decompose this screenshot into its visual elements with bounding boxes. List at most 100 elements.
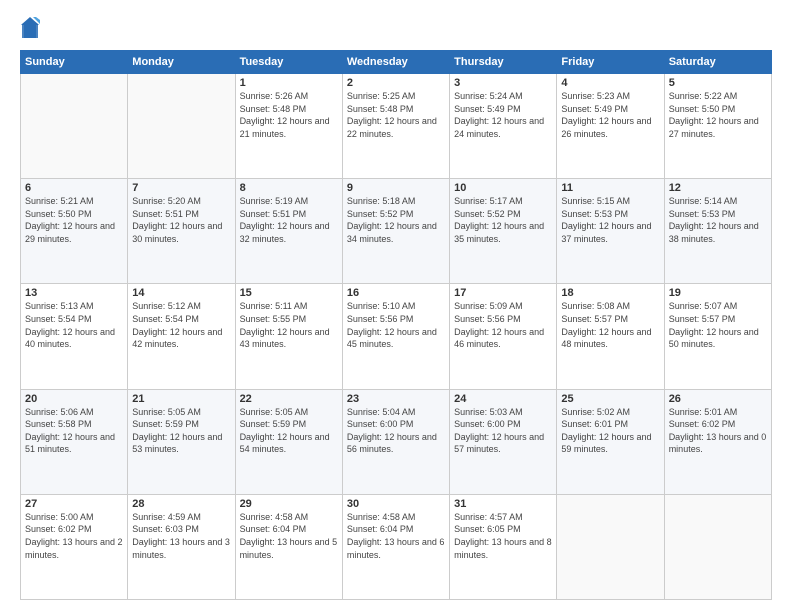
day-info: Sunrise: 5:18 AMSunset: 5:52 PMDaylight:… (347, 195, 445, 245)
header (20, 16, 772, 40)
week-row-1: 1Sunrise: 5:26 AMSunset: 5:48 PMDaylight… (21, 74, 772, 179)
day-cell: 21Sunrise: 5:05 AMSunset: 5:59 PMDayligh… (128, 389, 235, 494)
day-number: 22 (240, 393, 338, 405)
day-cell: 18Sunrise: 5:08 AMSunset: 5:57 PMDayligh… (557, 284, 664, 389)
day-info: Sunrise: 5:12 AMSunset: 5:54 PMDaylight:… (132, 300, 230, 350)
day-cell: 31Sunrise: 4:57 AMSunset: 6:05 PMDayligh… (450, 494, 557, 599)
day-number: 27 (25, 498, 123, 510)
day-number: 13 (25, 287, 123, 299)
week-row-3: 13Sunrise: 5:13 AMSunset: 5:54 PMDayligh… (21, 284, 772, 389)
day-info: Sunrise: 5:09 AMSunset: 5:56 PMDaylight:… (454, 300, 552, 350)
day-number: 6 (25, 182, 123, 194)
day-info: Sunrise: 5:14 AMSunset: 5:53 PMDaylight:… (669, 195, 767, 245)
day-cell (664, 494, 771, 599)
day-number: 8 (240, 182, 338, 194)
day-cell: 3Sunrise: 5:24 AMSunset: 5:49 PMDaylight… (450, 74, 557, 179)
day-cell: 6Sunrise: 5:21 AMSunset: 5:50 PMDaylight… (21, 179, 128, 284)
week-row-2: 6Sunrise: 5:21 AMSunset: 5:50 PMDaylight… (21, 179, 772, 284)
day-number: 2 (347, 77, 445, 89)
col-thursday: Thursday (450, 51, 557, 74)
day-info: Sunrise: 5:24 AMSunset: 5:49 PMDaylight:… (454, 90, 552, 140)
day-number: 24 (454, 393, 552, 405)
day-cell: 27Sunrise: 5:00 AMSunset: 6:02 PMDayligh… (21, 494, 128, 599)
col-monday: Monday (128, 51, 235, 74)
day-cell (128, 74, 235, 179)
day-info: Sunrise: 5:13 AMSunset: 5:54 PMDaylight:… (25, 300, 123, 350)
day-info: Sunrise: 4:58 AMSunset: 6:04 PMDaylight:… (347, 511, 445, 561)
day-cell (557, 494, 664, 599)
day-number: 4 (561, 77, 659, 89)
day-cell: 23Sunrise: 5:04 AMSunset: 6:00 PMDayligh… (342, 389, 449, 494)
day-number: 30 (347, 498, 445, 510)
day-info: Sunrise: 5:01 AMSunset: 6:02 PMDaylight:… (669, 406, 767, 456)
day-cell: 14Sunrise: 5:12 AMSunset: 5:54 PMDayligh… (128, 284, 235, 389)
day-info: Sunrise: 5:26 AMSunset: 5:48 PMDaylight:… (240, 90, 338, 140)
day-cell: 25Sunrise: 5:02 AMSunset: 6:01 PMDayligh… (557, 389, 664, 494)
day-cell: 5Sunrise: 5:22 AMSunset: 5:50 PMDaylight… (664, 74, 771, 179)
day-info: Sunrise: 4:58 AMSunset: 6:04 PMDaylight:… (240, 511, 338, 561)
day-info: Sunrise: 4:59 AMSunset: 6:03 PMDaylight:… (132, 511, 230, 561)
day-info: Sunrise: 4:57 AMSunset: 6:05 PMDaylight:… (454, 511, 552, 561)
day-number: 26 (669, 393, 767, 405)
day-info: Sunrise: 5:10 AMSunset: 5:56 PMDaylight:… (347, 300, 445, 350)
day-info: Sunrise: 5:15 AMSunset: 5:53 PMDaylight:… (561, 195, 659, 245)
day-cell: 9Sunrise: 5:18 AMSunset: 5:52 PMDaylight… (342, 179, 449, 284)
calendar-header: Sunday Monday Tuesday Wednesday Thursday… (21, 51, 772, 74)
day-number: 16 (347, 287, 445, 299)
day-number: 5 (669, 77, 767, 89)
logo (20, 16, 42, 40)
day-info: Sunrise: 5:17 AMSunset: 5:52 PMDaylight:… (454, 195, 552, 245)
day-number: 19 (669, 287, 767, 299)
day-cell: 8Sunrise: 5:19 AMSunset: 5:51 PMDaylight… (235, 179, 342, 284)
day-cell: 7Sunrise: 5:20 AMSunset: 5:51 PMDaylight… (128, 179, 235, 284)
day-info: Sunrise: 5:05 AMSunset: 5:59 PMDaylight:… (240, 406, 338, 456)
page: Sunday Monday Tuesday Wednesday Thursday… (0, 0, 792, 612)
day-number: 21 (132, 393, 230, 405)
day-number: 10 (454, 182, 552, 194)
day-info: Sunrise: 5:20 AMSunset: 5:51 PMDaylight:… (132, 195, 230, 245)
day-info: Sunrise: 5:02 AMSunset: 6:01 PMDaylight:… (561, 406, 659, 456)
day-number: 9 (347, 182, 445, 194)
day-info: Sunrise: 5:11 AMSunset: 5:55 PMDaylight:… (240, 300, 338, 350)
day-cell: 30Sunrise: 4:58 AMSunset: 6:04 PMDayligh… (342, 494, 449, 599)
day-number: 3 (454, 77, 552, 89)
calendar-body: 1Sunrise: 5:26 AMSunset: 5:48 PMDaylight… (21, 74, 772, 600)
day-cell: 10Sunrise: 5:17 AMSunset: 5:52 PMDayligh… (450, 179, 557, 284)
day-info: Sunrise: 5:00 AMSunset: 6:02 PMDaylight:… (25, 511, 123, 561)
day-cell: 19Sunrise: 5:07 AMSunset: 5:57 PMDayligh… (664, 284, 771, 389)
day-number: 11 (561, 182, 659, 194)
day-number: 7 (132, 182, 230, 194)
day-info: Sunrise: 5:23 AMSunset: 5:49 PMDaylight:… (561, 90, 659, 140)
col-wednesday: Wednesday (342, 51, 449, 74)
col-tuesday: Tuesday (235, 51, 342, 74)
day-cell: 22Sunrise: 5:05 AMSunset: 5:59 PMDayligh… (235, 389, 342, 494)
day-number: 20 (25, 393, 123, 405)
day-number: 23 (347, 393, 445, 405)
day-cell: 17Sunrise: 5:09 AMSunset: 5:56 PMDayligh… (450, 284, 557, 389)
day-info: Sunrise: 5:03 AMSunset: 6:00 PMDaylight:… (454, 406, 552, 456)
week-row-4: 20Sunrise: 5:06 AMSunset: 5:58 PMDayligh… (21, 389, 772, 494)
col-sunday: Sunday (21, 51, 128, 74)
day-info: Sunrise: 5:22 AMSunset: 5:50 PMDaylight:… (669, 90, 767, 140)
calendar-table: Sunday Monday Tuesday Wednesday Thursday… (20, 50, 772, 600)
day-cell: 2Sunrise: 5:25 AMSunset: 5:48 PMDaylight… (342, 74, 449, 179)
day-cell: 16Sunrise: 5:10 AMSunset: 5:56 PMDayligh… (342, 284, 449, 389)
week-row-5: 27Sunrise: 5:00 AMSunset: 6:02 PMDayligh… (21, 494, 772, 599)
day-cell: 20Sunrise: 5:06 AMSunset: 5:58 PMDayligh… (21, 389, 128, 494)
col-saturday: Saturday (664, 51, 771, 74)
day-cell: 13Sunrise: 5:13 AMSunset: 5:54 PMDayligh… (21, 284, 128, 389)
day-number: 29 (240, 498, 338, 510)
day-cell (21, 74, 128, 179)
day-cell: 15Sunrise: 5:11 AMSunset: 5:55 PMDayligh… (235, 284, 342, 389)
day-number: 17 (454, 287, 552, 299)
header-row: Sunday Monday Tuesday Wednesday Thursday… (21, 51, 772, 74)
day-cell: 28Sunrise: 4:59 AMSunset: 6:03 PMDayligh… (128, 494, 235, 599)
day-number: 18 (561, 287, 659, 299)
day-info: Sunrise: 5:07 AMSunset: 5:57 PMDaylight:… (669, 300, 767, 350)
day-cell: 26Sunrise: 5:01 AMSunset: 6:02 PMDayligh… (664, 389, 771, 494)
day-info: Sunrise: 5:21 AMSunset: 5:50 PMDaylight:… (25, 195, 123, 245)
day-cell: 11Sunrise: 5:15 AMSunset: 5:53 PMDayligh… (557, 179, 664, 284)
day-info: Sunrise: 5:08 AMSunset: 5:57 PMDaylight:… (561, 300, 659, 350)
day-number: 25 (561, 393, 659, 405)
day-info: Sunrise: 5:04 AMSunset: 6:00 PMDaylight:… (347, 406, 445, 456)
